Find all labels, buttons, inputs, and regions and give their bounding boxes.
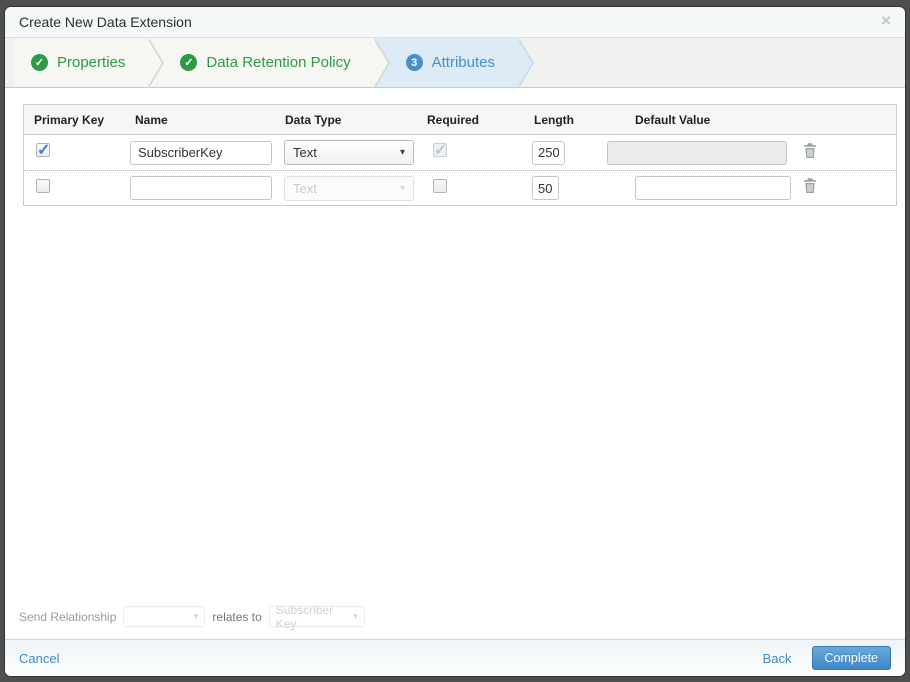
send-relationship-label: Send Relationship: [19, 609, 117, 624]
create-data-extension-dialog: Create New Data Extension × ✓ Properties…: [5, 7, 905, 676]
step-properties[interactable]: ✓ Properties: [15, 38, 165, 87]
send-relationship-select: ▾: [123, 606, 206, 627]
step-properties-label: Properties: [57, 54, 126, 71]
table-header-row: Primary Key Name Data Type Required Leng…: [24, 105, 896, 135]
required-checkbox[interactable]: [433, 178, 447, 193]
data-type-select: Text ▾: [284, 175, 414, 201]
dialog-title: Create New Data Extension: [19, 14, 192, 30]
dialog-titlebar: Create New Data Extension ×: [5, 7, 905, 38]
close-icon[interactable]: ×: [881, 12, 891, 29]
relates-to-value: Subscriber Key: [275, 602, 334, 631]
attributes-table: Primary Key Name Data Type Required Leng…: [23, 104, 897, 206]
required-checkbox: [433, 140, 447, 160]
default-value-field: [607, 140, 787, 165]
complete-button[interactable]: Complete: [811, 646, 891, 670]
relates-to-select: Subscriber Key ▾: [268, 603, 365, 631]
primary-key-checkbox[interactable]: [36, 140, 50, 160]
column-header-primary-key: Primary Key: [34, 112, 105, 127]
step-data-retention-policy-label: Data Retention Policy: [206, 54, 351, 71]
wizard-steps: ✓ Properties ✓ Data Retention Policy 3 A…: [5, 38, 905, 88]
table-row: Text ▾: [24, 171, 896, 205]
data-type-value: Text: [293, 145, 317, 160]
step-data-retention-policy[interactable]: ✓ Data Retention Policy: [150, 38, 390, 87]
column-header-length: Length: [534, 112, 574, 127]
check-circle-icon: ✓: [180, 54, 198, 71]
name-field[interactable]: [130, 176, 272, 200]
length-field[interactable]: [532, 140, 565, 165]
data-type-value: Text: [293, 180, 317, 196]
send-relationship-row: Send Relationship ▾ relates to Subscribe…: [5, 603, 905, 639]
data-type-select[interactable]: Text ▾: [284, 140, 414, 165]
relates-to-label: relates to: [212, 609, 262, 624]
check-circle-icon: ✓: [31, 54, 48, 71]
chevron-down-icon: ▾: [193, 611, 199, 621]
chevron-down-icon: ▾: [353, 611, 358, 621]
primary-key-checkbox[interactable]: [36, 178, 50, 193]
dialog-footer: Cancel Back Complete: [5, 639, 905, 676]
column-header-default-value: Default Value: [635, 112, 711, 127]
chevron-down-icon: ▾: [399, 182, 405, 194]
step-number-badge: 3: [405, 54, 423, 71]
delete-row-icon[interactable]: [802, 142, 818, 159]
cancel-link[interactable]: Cancel: [19, 651, 59, 666]
step-attributes-label: Attributes: [431, 54, 495, 71]
chevron-down-icon: ▾: [399, 147, 405, 158]
dialog-content: Primary Key Name Data Type Required Leng…: [5, 88, 905, 639]
back-link[interactable]: Back: [763, 651, 792, 666]
default-value-field[interactable]: [635, 176, 791, 200]
step-attributes[interactable]: 3 Attributes: [375, 38, 535, 87]
table-row: Text ▾: [24, 135, 896, 171]
length-field[interactable]: [532, 176, 559, 200]
delete-row-icon[interactable]: [802, 177, 818, 194]
column-header-data-type: Data Type: [285, 112, 342, 127]
name-field[interactable]: [130, 140, 272, 165]
column-header-name: Name: [135, 112, 168, 127]
column-header-required: Required: [427, 112, 480, 127]
